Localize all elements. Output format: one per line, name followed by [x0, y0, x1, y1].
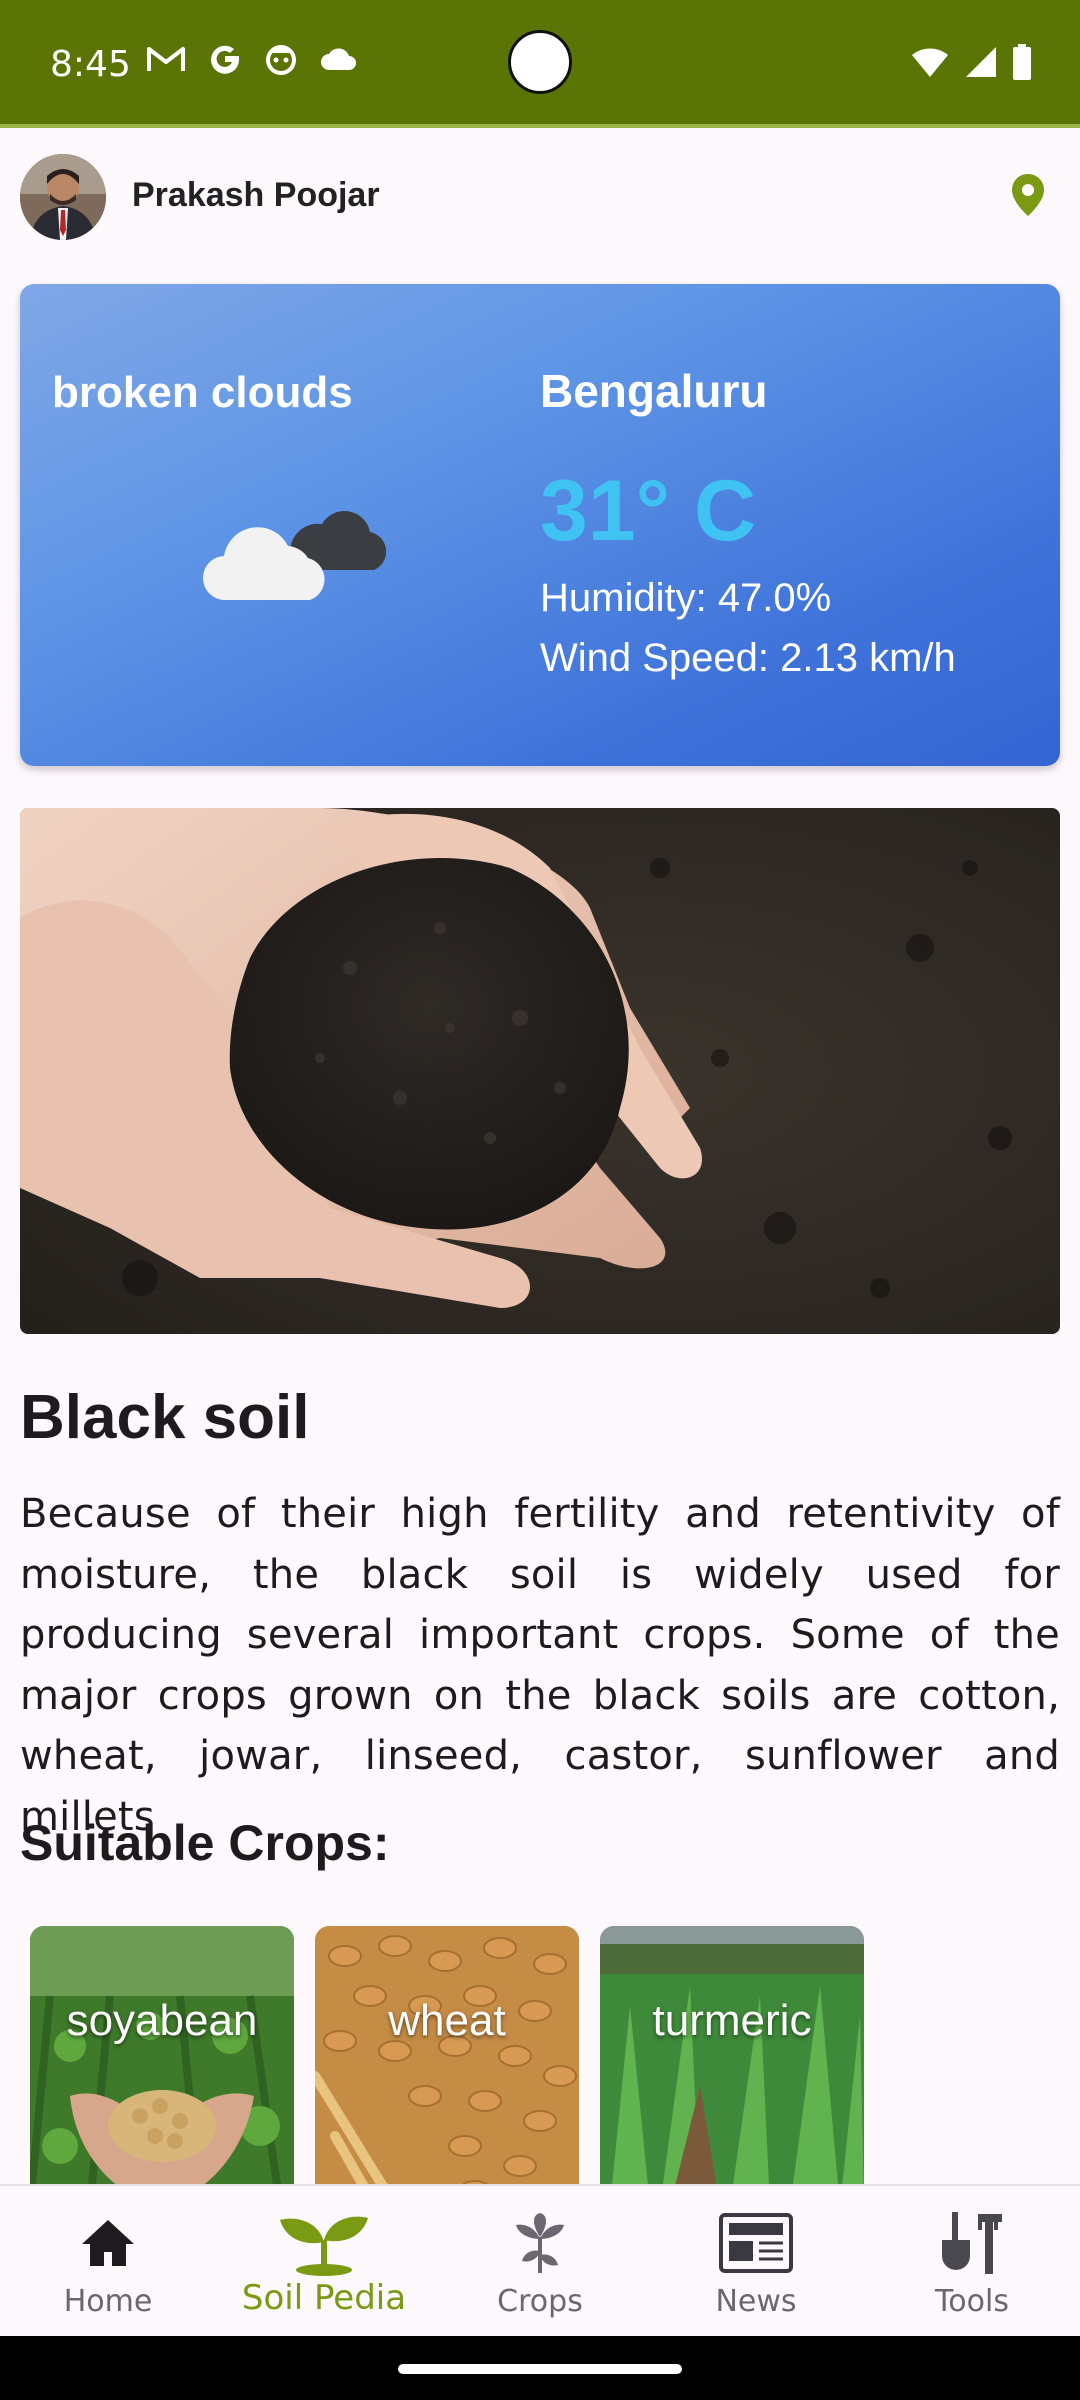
nav-label: News — [715, 2284, 797, 2319]
newspaper-icon — [719, 2213, 793, 2273]
nav-soil-pedia[interactable]: Soil Pedia — [216, 2186, 432, 2338]
system-icons — [910, 44, 1032, 80]
nav-label: Home — [63, 2284, 153, 2319]
wind-speed: Wind Speed: 2.13 km/h — [540, 636, 956, 680]
home-icon — [82, 2220, 134, 2266]
broken-clouds-icon — [202, 511, 387, 601]
bottom-navigation: Home Soil Pedia Crops News Tools — [0, 2184, 1080, 2336]
city-name: Bengaluru — [540, 365, 768, 417]
suitable-crops-heading: Suitable Crops: — [20, 1815, 390, 1871]
nav-tools[interactable]: Tools — [864, 2186, 1080, 2338]
gesture-navigation-bar — [0, 2336, 1080, 2400]
nav-label: Tools — [935, 2284, 1009, 2319]
temperature: 31° C — [540, 463, 757, 559]
wifi-icon — [912, 48, 948, 77]
humidity: Humidity: 47.0% — [540, 576, 832, 620]
crop-card-soyabean[interactable]: soyabean — [30, 1926, 294, 2184]
avatar[interactable] — [20, 154, 106, 240]
cloud-icon — [321, 48, 356, 70]
status-time: 8:45 — [50, 44, 131, 85]
soil-image — [20, 808, 1060, 1334]
user-name: Prakash Poojar — [132, 176, 380, 214]
nav-news[interactable]: News — [648, 2186, 864, 2338]
crop-list: soyabean wheat turmeric — [30, 1926, 1080, 2184]
gmail-icon — [147, 47, 185, 71]
camera-cutout — [508, 30, 572, 94]
nav-label: Crops — [497, 2284, 583, 2319]
home-gesture-handle[interactable] — [398, 2364, 682, 2374]
nav-home[interactable]: Home — [0, 2186, 216, 2338]
battery-icon — [1013, 44, 1031, 80]
nav-crops[interactable]: Crops — [432, 2186, 648, 2338]
soil-title: Black soil — [20, 1383, 310, 1452]
signal-icon — [966, 47, 996, 77]
weather-description: broken clouds — [52, 368, 353, 417]
crop-name: soyabean — [66, 1996, 258, 2045]
app-header: Prakash Poojar — [0, 132, 1080, 262]
crop-name: turmeric — [652, 1996, 812, 2045]
crop-name: wheat — [388, 1996, 506, 2045]
nav-label: Soil Pedia — [241, 2278, 407, 2318]
crop-card-wheat[interactable]: wheat — [315, 1926, 579, 2184]
weather-card[interactable]: broken clouds Bengaluru 31° C Humidity: … — [20, 284, 1060, 766]
tools-icon — [942, 2212, 1002, 2274]
sprout-icon — [280, 2216, 368, 2276]
assistant-icon — [266, 45, 296, 75]
google-icon — [211, 45, 240, 74]
location-pin-icon[interactable] — [1010, 172, 1046, 218]
status-bar: 8:45 — [0, 0, 1080, 128]
notification-icons — [146, 42, 358, 76]
crop-plant-icon — [516, 2213, 564, 2273]
crop-card-turmeric[interactable]: turmeric — [600, 1926, 864, 2184]
soil-description: Because of their high fertility and rete… — [20, 1491, 1060, 1840]
